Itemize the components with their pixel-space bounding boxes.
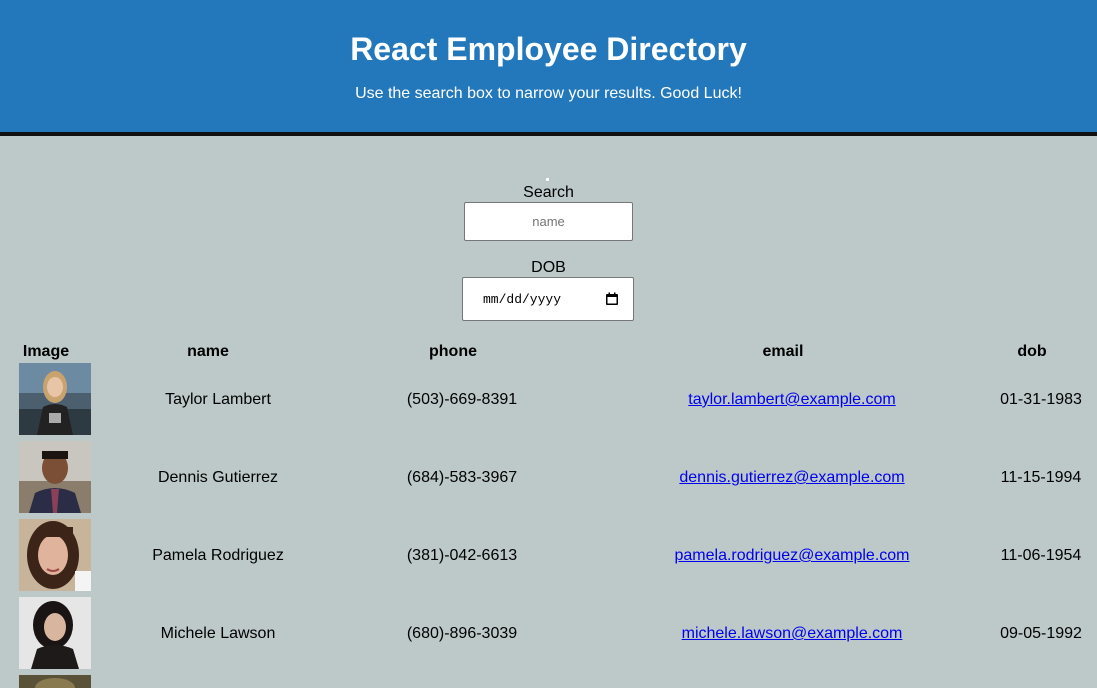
search-label: Search xyxy=(523,184,574,201)
column-header-email: email xyxy=(762,343,804,360)
page-title: React Employee Directory xyxy=(350,31,747,67)
dob-date-placeholder: mm/dd/yyyy xyxy=(483,292,562,307)
avatar xyxy=(19,519,91,591)
table-row: Pamela Rodriguez (381)-042-6613 pamela.r… xyxy=(0,519,1097,597)
employee-email-link[interactable]: pamela.rodriguez@example.com xyxy=(674,547,909,564)
avatar xyxy=(19,441,91,513)
employee-name: Pamela Rodriguez xyxy=(152,547,284,564)
table-row: Michele Lawson (680)-896-3039 michele.la… xyxy=(0,597,1097,675)
search-input[interactable] xyxy=(464,202,633,241)
employee-phone: (503)-669-8391 xyxy=(406,391,518,408)
avatar xyxy=(19,675,91,688)
employee-name: Dennis Gutierrez xyxy=(157,469,279,486)
column-header-phone: phone xyxy=(429,343,477,360)
employee-email-link[interactable]: michele.lawson@example.com xyxy=(682,625,903,642)
column-header-dob: dob xyxy=(1017,343,1047,360)
table-row xyxy=(0,675,1097,688)
employee-phone: (381)-042-6613 xyxy=(406,547,518,564)
employee-email-link[interactable]: taylor.lambert@example.com xyxy=(688,391,895,408)
page-header: React Employee Directory Use the search … xyxy=(0,0,1097,136)
dob-date-input[interactable]: mm/dd/yyyy xyxy=(462,277,634,321)
employee-name: Taylor Lambert xyxy=(165,391,271,408)
employee-phone: (684)-583-3967 xyxy=(406,469,518,486)
employee-dob: 01-31-1983 xyxy=(1000,391,1082,408)
avatar xyxy=(19,363,91,435)
column-header-image: Image xyxy=(22,343,70,360)
employee-dob: 11-06-1954 xyxy=(1000,547,1082,564)
page-subtitle: Use the search box to narrow your result… xyxy=(355,85,742,102)
decorative-dot xyxy=(546,178,549,181)
avatar xyxy=(19,597,91,669)
employee-dob: 11-15-1994 xyxy=(1000,469,1082,486)
column-header-name: name xyxy=(187,343,229,360)
employee-email-link[interactable]: dennis.gutierrez@example.com xyxy=(679,469,904,486)
table-row: Taylor Lambert (503)-669-8391 taylor.lam… xyxy=(0,363,1097,441)
employee-dob: 09-05-1992 xyxy=(1000,625,1082,642)
employee-name: Michele Lawson xyxy=(160,625,276,642)
calendar-icon[interactable] xyxy=(605,292,619,306)
table-row: Dennis Gutierrez (684)-583-3967 dennis.g… xyxy=(0,441,1097,519)
dob-label: DOB xyxy=(531,259,566,276)
employee-phone: (680)-896-3039 xyxy=(406,625,518,642)
